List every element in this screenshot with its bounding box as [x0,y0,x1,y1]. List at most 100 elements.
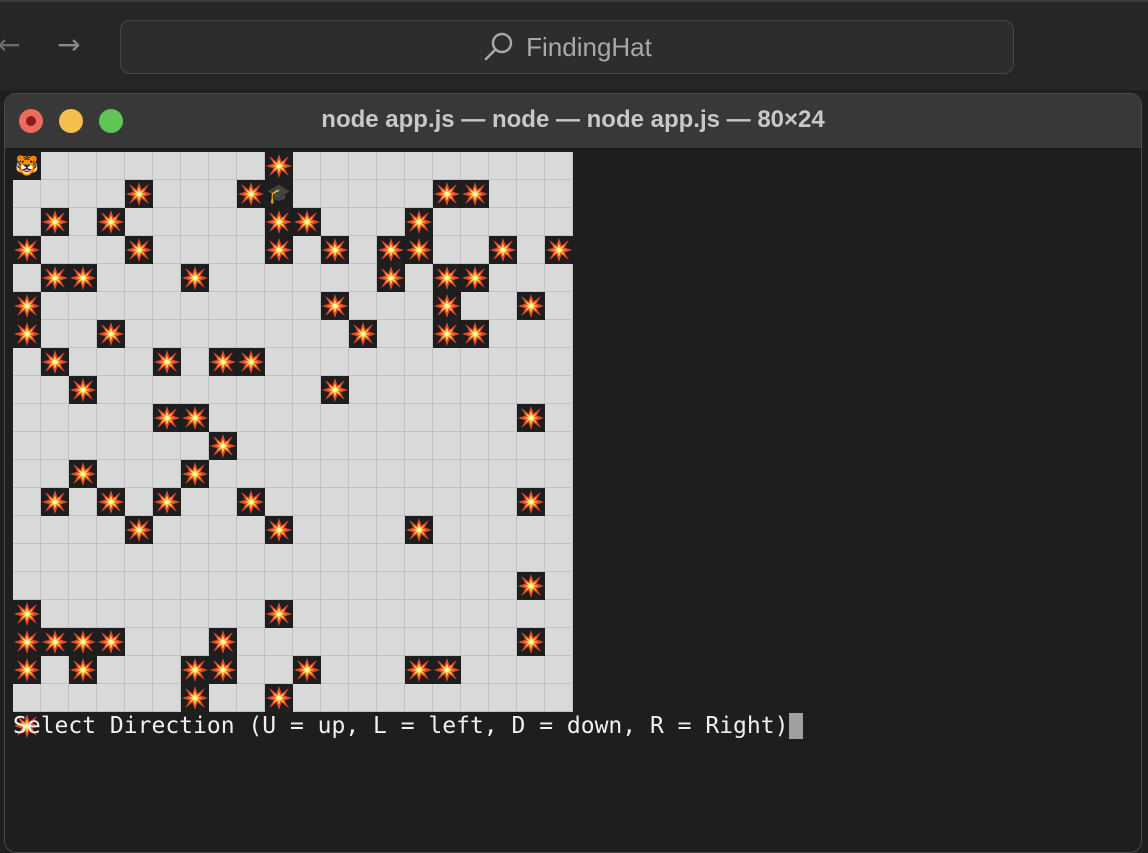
window-titlebar[interactable]: node app.js — node — node app.js — 80×24 [5,94,1141,149]
field-cell [517,460,545,488]
field-cell [461,600,489,628]
field-cell [321,600,349,628]
explosion-icon [70,462,96,486]
field-cell [265,544,293,572]
hole-cell [209,348,237,376]
explosion-icon [98,490,124,514]
field-cell [41,656,69,684]
field-cell [517,320,545,348]
field-cell [209,684,237,712]
text-cursor[interactable] [789,713,804,739]
explosion-icon [98,630,124,654]
field-cell [321,180,349,208]
field-cell [461,404,489,432]
field-cell [41,572,69,600]
field-cell [349,600,377,628]
field-cell [545,348,573,376]
field-cell [349,404,377,432]
field-cell [377,544,405,572]
field-cell [209,600,237,628]
field-cell [237,432,265,460]
field-cell [293,236,321,264]
terminal-content[interactable]: 🐯 🎓 Select Direction (U = up, L = left, D… [5,149,1141,852]
hole-cell [433,656,461,684]
field-cell [545,572,573,600]
field-cell [125,264,153,292]
field-cell [125,544,153,572]
field-cell [237,628,265,656]
hole-cell [41,348,69,376]
hole-cell [517,292,545,320]
field-cell [377,348,405,376]
field-cell [321,264,349,292]
field-cell [237,320,265,348]
field-cell [489,656,517,684]
field-cell [69,348,97,376]
browser-toolbar: ← → FindingHat [0,0,1148,90]
field-cell [153,628,181,656]
hole-cell [265,152,293,180]
field-cell [377,656,405,684]
search-bar[interactable]: FindingHat [120,20,1014,74]
hole-cell [125,236,153,264]
hole-cell [181,684,209,712]
field-cell [489,208,517,236]
field-cell [237,152,265,180]
direction-prompt: Select Direction (U = up, L = left, D = … [13,713,789,739]
field-cell [489,516,517,544]
field-cell [293,264,321,292]
field-cell [545,152,573,180]
explosion-icon [518,406,544,430]
explosion-icon [462,266,488,290]
explosion-icon [14,630,40,654]
field-cell [461,208,489,236]
field-cell [41,460,69,488]
field-cell [405,152,433,180]
field-cell [69,292,97,320]
field-cell [69,180,97,208]
field-cell [489,572,517,600]
hole-cell [237,348,265,376]
field-cell [237,376,265,404]
field-cell [545,264,573,292]
field-cell [153,320,181,348]
field-cell [13,684,41,712]
field-cell [125,292,153,320]
explosion-icon [98,210,124,234]
field-cell [97,404,125,432]
field-cell [153,152,181,180]
explosion-icon [42,266,68,290]
field-cell [13,264,41,292]
field-cell [209,180,237,208]
field-cell [377,488,405,516]
field-cell [517,236,545,264]
field-cell [69,236,97,264]
field-cell [433,208,461,236]
field-cell [293,320,321,348]
field-cell [377,152,405,180]
field-cell [293,180,321,208]
field-cell [41,516,69,544]
field-cell [405,432,433,460]
field-cell [41,544,69,572]
hole-cell [125,516,153,544]
field-cell [97,236,125,264]
field-cell [293,628,321,656]
field-cell [461,544,489,572]
field-cell [153,656,181,684]
field-cell [433,628,461,656]
arrow-left-icon[interactable]: ← [0,30,24,60]
hole-cell [377,236,405,264]
field-cell [97,264,125,292]
hole-cell [265,208,293,236]
hole-cell [517,572,545,600]
field-cell [517,656,545,684]
field-cell [433,544,461,572]
arrow-right-icon[interactable]: → [54,30,84,60]
field-cell [349,236,377,264]
field-cell [69,208,97,236]
field-cell [209,292,237,320]
field-cell [405,544,433,572]
field-cell [461,432,489,460]
field-cell [265,292,293,320]
